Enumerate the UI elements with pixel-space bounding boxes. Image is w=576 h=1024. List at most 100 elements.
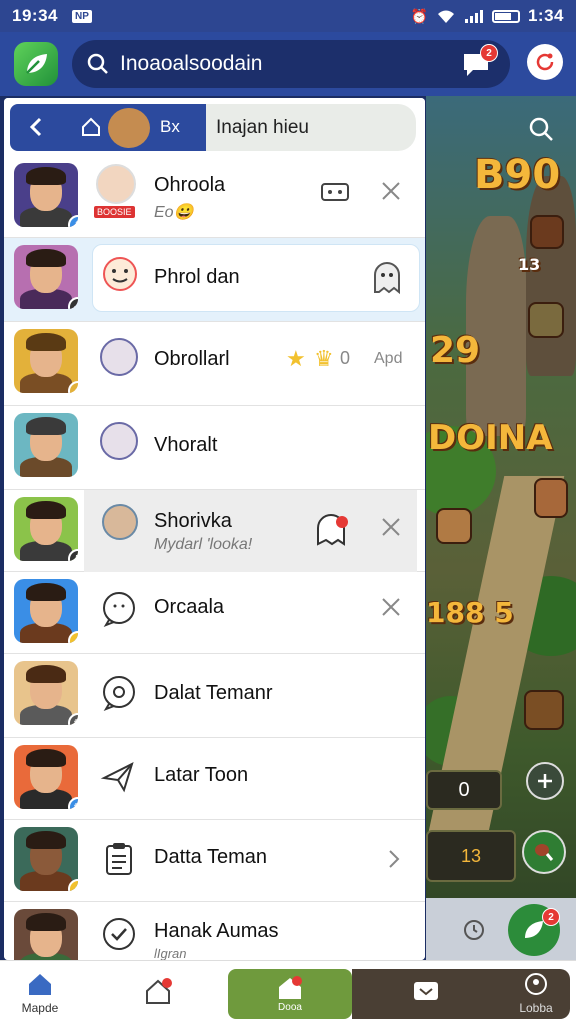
house-icon [146,978,172,1004]
close-icon[interactable] [378,594,404,620]
game-title-2: 29 [430,330,481,371]
panel-tab[interactable]: Inajan hieu [206,104,416,151]
close-icon[interactable] [378,178,404,204]
game-resource-slot[interactable]: 13 [426,830,516,882]
friend-avatar: 5 [14,497,78,561]
crown-icon: ♛ [314,346,334,371]
game-title-3: DOINA [428,418,553,458]
game-counter-2: 188 5 [426,596,514,629]
back-icon [29,117,42,137]
menu-sublabel: lIgran [154,946,187,960]
search-bar[interactable]: Inoaoalsoodain [72,40,510,88]
menu-label: Hanak Aumas [154,920,279,942]
friend-mini-avatar [96,164,136,204]
close-icon[interactable] [378,514,404,540]
friend-row[interactable]: ☺ Obrollarl ★ ♛ 0 Apd [4,322,425,406]
game-resource-slot[interactable]: 0 [426,770,502,810]
status-time-right: 1:34 [527,6,564,25]
home-icon [82,117,100,136]
leaf-logo-icon [26,54,47,74]
profile-button[interactable] [527,44,563,80]
friend-avatar: ☺ [14,329,78,393]
ghost-icon[interactable] [370,260,404,296]
ghost-chat-icon[interactable] [312,512,352,550]
app-root: 19:34 NP ⏰ 1:34 Inoaoalsoodain 2 B90 13 … [0,0,576,1024]
app-logo[interactable] [14,42,58,86]
nav-home[interactable]: Mapde [0,961,80,1024]
friend-row[interactable]: Vhoralt [4,406,425,490]
friend-mini-avatar [100,338,138,376]
friend-avatar: ✦ [14,245,78,309]
refresh-icon [536,53,554,71]
friend-name: Phrol dan [154,266,240,288]
rock-pillar [466,216,526,436]
friend-name: Shorivka [154,510,232,532]
gift-icon[interactable] [320,176,350,204]
battery-icon [491,9,520,23]
game-character-icon[interactable] [436,508,472,544]
friend-row-selected[interactable]: ✦ Phrol dan [4,238,425,322]
menu-label: Dalat Temanr [154,682,273,704]
wifi-icon [437,10,454,23]
search-text: Inoaoalsoodain [120,52,263,75]
nav-profile[interactable]: Lobba [496,961,576,1024]
smiley-icon [103,257,137,291]
drumstick-icon [535,844,554,861]
nav-shop-active[interactable]: Dooa [228,969,352,1019]
panel-back-area[interactable]: Bx [10,104,206,151]
check-bubble-icon [103,918,135,950]
friend-name: Orcaala [154,596,225,618]
panel-header: Bx Inajan hieu [4,98,425,156]
nav-house-alert[interactable] [118,961,198,1024]
game-character-icon[interactable] [524,690,564,730]
status-bar: 19:34 NP ⏰ 1:34 [0,0,576,32]
bottom-nav: Mapde Dooa Lobba [0,960,576,1024]
game-item-button[interactable] [522,830,566,874]
game-title-1: B90 [474,152,561,198]
game-search-icon[interactable] [526,114,556,144]
nav-label: Dooa [278,1002,302,1013]
status-time: 19:34 [12,6,58,25]
friend-row[interactable]: 5 Shorivka Mydarl 'looka! [4,490,425,572]
chat-fab-button[interactable]: 2 [508,904,560,956]
game-item-slot[interactable] [528,302,564,338]
friend-avatar: ⚙ [14,745,78,809]
friend-mini-avatar [100,422,138,460]
panel-tab-label: Inajan hieu [216,116,309,138]
sim-label: NP [71,9,92,23]
chat-bubble-icon [103,592,135,627]
menu-row-data[interactable]: ☺ Datta Teman [4,820,425,902]
nav-inbox[interactable] [390,961,462,1024]
friend-avatar: ⚙ [14,661,78,725]
friend-name: Obrollarl [154,348,230,370]
game-item-slot[interactable] [530,215,564,249]
menu-row-list[interactable]: ⚙ Latar Toon [4,738,425,820]
friend-avatar: 2 [14,163,78,227]
menu-row-invite[interactable]: Hanak Aumas lIgran [4,902,425,960]
game-add-button[interactable] [526,762,564,800]
friend-status: Mydarl 'looka! [154,536,253,553]
friend-name: Vhoralt [154,434,218,456]
send-icon [100,762,134,793]
clipboard-icon [106,843,132,875]
game-slot-value: 0 [458,778,470,801]
profile-circle-icon [525,973,547,995]
rock-pillar [526,176,576,376]
friend-row[interactable]: 2 BOOSIE Ohroola Eo😀 [4,156,425,238]
friend-tag: BOOSIE [94,206,135,218]
friends-panel: Bx Inajan hieu 2 BOOSIE Ohroola Eo😀 ✦ [4,98,425,960]
game-character-icon[interactable] [534,478,568,518]
notifications-button[interactable]: 2 [458,44,498,82]
signal-icon [464,10,483,23]
friend-avatar [14,413,78,477]
friend-name: Ohroola [154,174,226,196]
friend-avatar: ☺ [14,579,78,643]
friend-row[interactable]: ☺ Orcaala [4,572,425,654]
friend-avatar: ☺ [14,827,78,891]
chevron-right-icon[interactable] [384,846,404,872]
clock-icon[interactable] [462,918,486,942]
chat-bubble-icon [103,676,135,711]
menu-row-add-friend[interactable]: ⚙ Dalat Temanr [4,654,425,738]
game-counter-3: 13 [460,845,482,866]
friend-mini-avatar [102,504,138,540]
